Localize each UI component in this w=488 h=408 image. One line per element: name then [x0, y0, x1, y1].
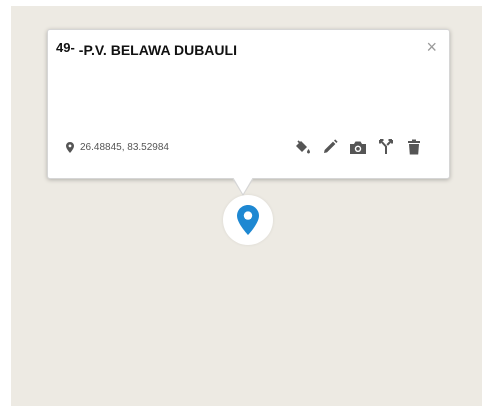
marker-info-popup: 49- -P.V. BELAWA DUBAULI × 26.48845, 83.5…	[47, 29, 450, 179]
photo-button[interactable]	[349, 138, 367, 156]
location-marker-icon[interactable]	[237, 205, 259, 235]
marker-name: -P.V. BELAWA DUBAULI	[78, 42, 237, 58]
popup-actions	[283, 138, 423, 156]
popup-pointer	[233, 177, 253, 194]
paint-bucket-icon[interactable]	[293, 139, 311, 155]
edit-button[interactable]	[321, 138, 339, 156]
close-icon[interactable]: ×	[426, 37, 437, 57]
route-button[interactable]	[377, 138, 395, 156]
trash-icon[interactable]	[407, 139, 421, 155]
pencil-icon[interactable]	[322, 139, 338, 155]
map-marker[interactable]	[223, 195, 273, 245]
close-button[interactable]: ×	[426, 38, 437, 56]
coordinates-text: 26.48845, 83.52984	[80, 142, 169, 153]
popup-title: 49- -P.V. BELAWA DUBAULI	[56, 40, 409, 58]
style-button[interactable]	[293, 138, 311, 156]
map-pin-icon	[66, 142, 74, 153]
marker-number: 49-	[56, 40, 75, 55]
fork-icon[interactable]	[378, 139, 394, 155]
coordinates-row: 26.48845, 83.52984	[66, 142, 169, 153]
delete-button[interactable]	[405, 138, 423, 156]
camera-icon[interactable]	[349, 140, 367, 155]
